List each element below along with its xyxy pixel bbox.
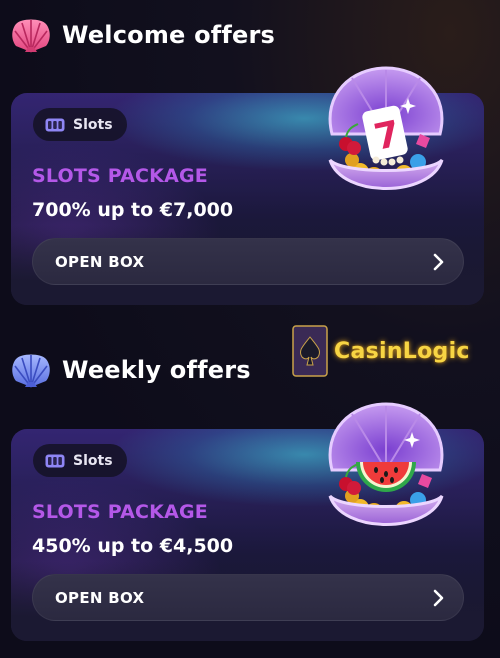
category-badge: Slots	[33, 444, 127, 477]
chevron-right-icon	[433, 253, 444, 270]
open-box-button[interactable]: OPEN BOX	[32, 574, 464, 621]
offers-page: Welcome offers Slots SLOTS PACKAGE 700% …	[0, 0, 500, 658]
clam-prize-lucky-seven-icon: 7	[328, 66, 444, 190]
category-badge: Slots	[33, 108, 127, 141]
badge-label: Slots	[73, 452, 113, 469]
slot-machine-icon	[45, 118, 65, 131]
open-box-label: OPEN BOX	[55, 588, 145, 607]
section-title: Weekly offers	[62, 356, 251, 384]
offer-amount: 700% up to €7,000	[32, 199, 234, 221]
spade-card-logo-icon	[292, 325, 328, 377]
open-box-button[interactable]: OPEN BOX	[32, 238, 464, 285]
offer-amount: 450% up to €4,500	[32, 535, 234, 557]
open-box-label: OPEN BOX	[55, 252, 145, 271]
package-title: SLOTS PACKAGE	[32, 165, 208, 187]
section-title: Welcome offers	[62, 21, 276, 49]
clam-prize-watermelon-icon	[328, 402, 444, 526]
pink-seashell-icon	[12, 19, 50, 53]
badge-label: Slots	[73, 116, 113, 133]
package-title: SLOTS PACKAGE	[32, 501, 208, 523]
slot-machine-icon	[45, 454, 65, 467]
chevron-right-icon	[433, 589, 444, 606]
weekly-offers-header: Weekly offers	[10, 348, 251, 392]
casinlogic-watermark: CasinLogic	[292, 325, 470, 377]
watermark-brand: CasinLogic	[334, 338, 470, 364]
welcome-offers-header: Welcome offers	[10, 13, 275, 57]
blue-seashell-icon	[12, 354, 50, 388]
